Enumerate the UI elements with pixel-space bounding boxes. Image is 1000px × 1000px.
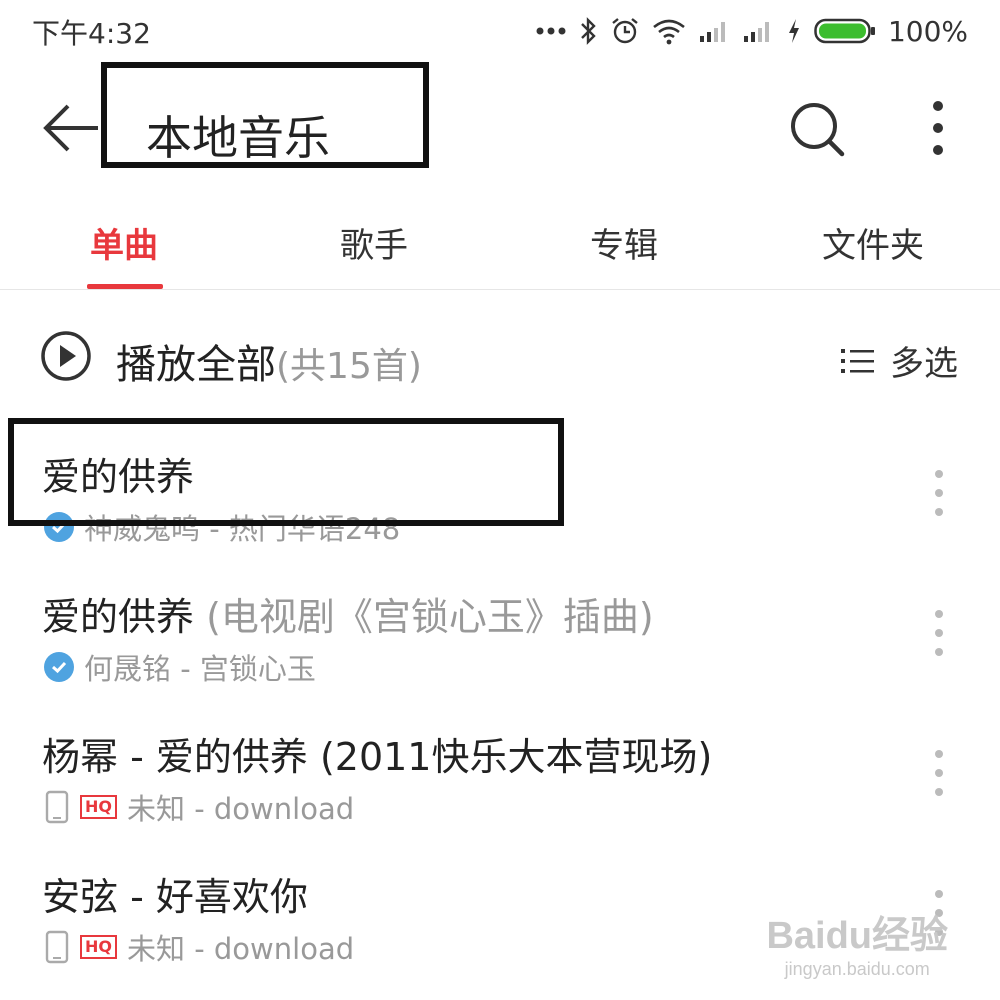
more-vertical-icon [933,101,943,155]
song-title: 杨幂 - 爱的供养 (2011快乐大本营现场) [42,735,713,779]
back-arrow-icon [43,104,98,152]
battery-icon [814,18,875,44]
multi-select-label: 多选 [890,344,958,384]
status-time: 下午4:32 [32,17,151,50]
cloud-check-icon [44,652,74,682]
tab-folders[interactable]: 文件夹 [822,218,924,267]
tab-songs[interactable]: 单曲 [90,218,158,267]
wifi-icon [653,19,685,45]
song-highlight-box [8,418,564,526]
watermark-url: jingyan.baidu.com [784,959,930,979]
battery-percent: 100% [887,14,968,48]
status-bar: 下午4:32 100% [0,0,1000,62]
play-all-row[interactable]: 播放全部(共15首) 多选 [0,290,1000,420]
tab-bar: 单曲 歌手 专辑 文件夹 [0,192,1000,290]
song-title: 安弦 - 好喜欢你 [42,875,308,919]
baidu-watermark: Baidu经验 jingyan.baidu.com [766,904,948,980]
hq-badge: HQ [80,935,117,959]
play-all-label[interactable]: 播放全部(共15首) [116,332,422,390]
bluetooth-icon [581,17,596,45]
song-artist-album: 未知 - download [127,792,355,826]
song-artist-album: 何晟铭 - 宫锁心玉 [84,652,316,686]
more-options-button[interactable] [918,98,958,158]
song-meta: HQ 未知 - download [44,786,354,828]
search-icon [791,103,845,157]
song-more-icon[interactable] [928,748,950,798]
song-title-subtitle: (电视剧《宫锁心玉》插曲) [206,595,654,639]
play-all-text: 播放全部 [116,342,276,388]
multi-select-button[interactable]: 多选 [840,336,958,385]
list-icon [841,348,874,373]
phone-icon [45,930,69,964]
signal-icon-2 [743,22,769,42]
hq-badge: HQ [80,795,117,819]
song-meta: HQ 未知 - download [44,926,354,968]
song-item[interactable]: 杨幂 - 爱的供养 (2011快乐大本营现场) HQ 未知 - download [0,700,1000,840]
song-more-icon[interactable] [928,608,950,658]
status-icons: 100% [536,12,968,50]
watermark-logo: Baidu经验 [766,915,948,957]
song-title: 爱的供养 (电视剧《宫锁心玉》插曲) [42,586,654,641]
active-tab-indicator [87,284,163,289]
phone-icon [45,790,69,824]
song-title-main: 爱的供养 [42,595,207,639]
song-item[interactable]: 爱的供养 (电视剧《宫锁心玉》插曲) 何晟铭 - 宫锁心玉 [0,560,1000,700]
charging-icon [788,19,799,43]
song-meta: 何晟铭 - 宫锁心玉 [44,646,316,688]
page-title: 本地音乐 [146,111,330,165]
play-circle-icon[interactable] [40,330,92,382]
tab-albums[interactable]: 专辑 [590,218,658,267]
back-button[interactable] [40,102,102,154]
search-button[interactable] [788,100,848,160]
song-count: (共15首) [276,346,422,387]
app-header: 本地音乐 [0,62,1000,192]
more-notifications-icon [536,27,566,35]
song-artist-album: 未知 - download [127,932,355,966]
signal-icon [699,22,725,42]
song-more-icon[interactable] [928,468,950,518]
tab-artists[interactable]: 歌手 [340,218,408,267]
alarm-icon [612,18,638,44]
